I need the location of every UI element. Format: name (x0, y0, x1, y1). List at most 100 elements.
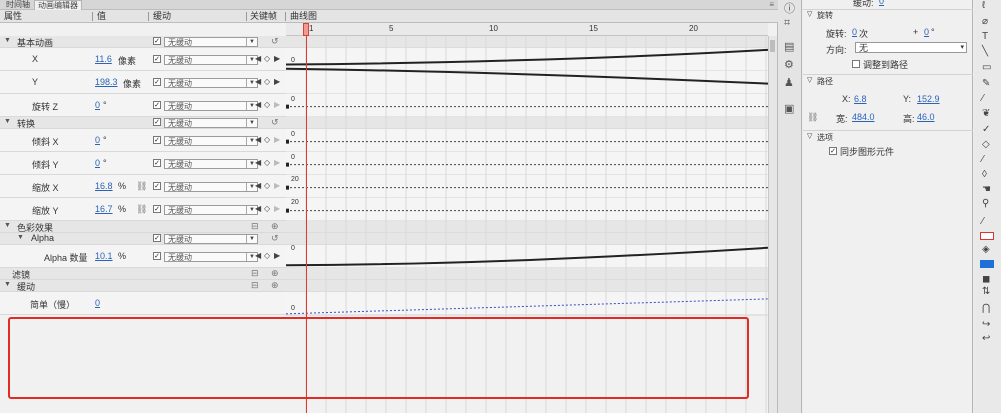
add-keyframe-icon[interactable]: ◇ (264, 135, 270, 144)
property-value[interactable]: 0 (95, 135, 100, 145)
group-row[interactable]: 滤镜 ⊟ ⊕ (0, 268, 286, 280)
line-tool-icon[interactable]: ╲ (982, 46, 988, 57)
property-value[interactable]: 11.6 (95, 54, 112, 64)
add-icon[interactable]: ⊕ (271, 280, 279, 291)
rotation-section-toggle[interactable]: ▽ (807, 10, 812, 18)
add-icon[interactable]: ⊕ (271, 221, 279, 232)
paint-bucket-icon[interactable]: ◇ (982, 139, 990, 150)
reset-icon[interactable]: ↺ (271, 117, 279, 128)
add-keyframe-icon[interactable]: ◇ (264, 100, 270, 109)
ease-checkbox[interactable]: ✓ (153, 252, 161, 260)
prev-keyframe-icon[interactable]: ◀ (255, 181, 261, 190)
prev-keyframe-icon[interactable]: ◀ (255, 54, 261, 63)
library-icon[interactable]: ⚙ (784, 58, 794, 71)
expand-triangle-icon[interactable]: ▼ (4, 118, 11, 125)
rotate-degrees-value[interactable]: 0 (924, 27, 929, 37)
ease-checkbox[interactable]: ✓ (153, 118, 161, 126)
expand-triangle-icon[interactable]: ▼ (4, 37, 11, 44)
expand-triangle-icon[interactable]: ▼ (17, 234, 24, 241)
next-keyframe-icon[interactable]: ▶ (274, 158, 280, 167)
swap-colors-icon[interactable]: ⇅ (982, 286, 990, 297)
rectangle-tool-icon[interactable]: ▭ (982, 62, 991, 73)
ease-dropdown[interactable]: 无缓动 ▼ (164, 159, 258, 169)
next-keyframe-icon[interactable]: ▶ (274, 181, 280, 190)
property-row[interactable]: Y 198.3 像素 ✓ 无缓动 ▼ ◀ ◇ ▶ (0, 71, 286, 94)
deco-tool-icon[interactable]: ❦ (982, 108, 990, 119)
prev-keyframe-icon[interactable]: ◀ (255, 100, 261, 109)
property-value[interactable]: 198.3 (95, 77, 118, 87)
next-keyframe-icon[interactable]: ▶ (274, 77, 280, 86)
link-icon[interactable]: ⛓ (807, 112, 818, 123)
property-row[interactable]: 简单（慢） 0 (0, 292, 286, 315)
options-section-toggle[interactable]: ▽ (807, 132, 812, 140)
color-icon[interactable]: ♟ (784, 76, 794, 89)
ease-checkbox[interactable]: ✓ (153, 182, 161, 190)
eyedropper-icon[interactable]: ⁄ (982, 154, 984, 165)
tab-timeline[interactable]: 时间轴 (3, 0, 33, 10)
sync-symbols-checkbox[interactable]: ✓ (829, 147, 837, 155)
add-icon[interactable]: ⊕ (271, 268, 279, 279)
next-keyframe-icon[interactable]: ▶ (274, 204, 280, 213)
remove-icon[interactable]: ⊟ (251, 221, 259, 232)
path-section-toggle[interactable]: ▽ (807, 76, 812, 84)
group-row[interactable]: ▼ 色彩效果 ⊟ ⊕ (0, 221, 286, 233)
property-row[interactable]: 旋转 Z 0 ° ✓ 无缓动 ▼ ◀ ◇ ▶ (0, 94, 286, 117)
ease-dropdown[interactable]: 无缓动 ▼ (164, 37, 258, 47)
property-row[interactable]: 缩放 X 16.8% ⛓ ✓ 无缓动 ▼ ◀ ◇ ▶ (0, 175, 286, 198)
eraser-icon[interactable]: ◊ (982, 169, 987, 180)
smooth-icon[interactable]: ↪ (982, 319, 990, 330)
pencil-tool-icon[interactable]: ✎ (982, 78, 990, 89)
text-tool-icon[interactable]: T (982, 31, 988, 42)
property-value[interactable]: 16.7 (95, 204, 113, 214)
snap-icon[interactable]: ⋂ (982, 303, 990, 314)
zoom-tool-icon[interactable]: ⚲ (982, 198, 989, 209)
group-row[interactable]: ▼ 基本动画 ✓ 无缓动 ▼ ↺ (0, 36, 286, 48)
add-keyframe-icon[interactable]: ◇ (264, 54, 270, 63)
tab-motion-editor[interactable]: 动画编辑器 (34, 0, 82, 10)
property-row[interactable]: 倾斜 X 0 ° ✓ 无缓动 ▼ ◀ ◇ ▶ (0, 129, 286, 152)
reset-icon[interactable]: ↺ (271, 233, 279, 244)
prev-keyframe-icon[interactable]: ◀ (255, 158, 261, 167)
add-keyframe-icon[interactable]: ◇ (264, 251, 270, 260)
ease-dropdown[interactable]: 无缓动 ▼ (164, 118, 258, 128)
playhead-handle[interactable] (303, 23, 309, 36)
group-row[interactable]: ▼ 缓动 ⊟ ⊕ (0, 280, 286, 292)
brush-tool-icon[interactable]: ⁄ (982, 93, 984, 104)
add-keyframe-icon[interactable]: ◇ (264, 204, 270, 213)
ease-dropdown[interactable]: 无缓动 ▼ (164, 55, 258, 65)
ease-dropdown[interactable]: 无缓动 ▼ (164, 234, 258, 244)
path-w-value[interactable]: 484.0 (852, 112, 875, 122)
prev-keyframe-icon[interactable]: ◀ (255, 251, 261, 260)
ease-checkbox[interactable]: ✓ (153, 55, 161, 63)
rotate-times-value[interactable]: 0 (852, 27, 857, 37)
ease-checkbox[interactable]: ✓ (153, 159, 161, 167)
property-row[interactable]: X 11.6 像素 ✓ 无缓动 ▼ ◀ ◇ ▶ (0, 48, 286, 71)
fill-swatch[interactable] (980, 260, 994, 268)
path-x-value[interactable]: 6.8 (854, 94, 867, 104)
prev-keyframe-icon[interactable]: ◀ (255, 135, 261, 144)
link-scale-icon[interactable]: ⛓ (136, 181, 147, 192)
add-keyframe-icon[interactable]: ◇ (264, 158, 270, 167)
stroke-color-icon[interactable]: ⁄ (982, 216, 984, 227)
align-icon[interactable]: ⌗ (784, 17, 790, 30)
property-row[interactable]: 倾斜 Y 0 ° ✓ 无缓动 ▼ ◀ ◇ ▶ (0, 152, 286, 175)
subselect-icon[interactable]: ⌀ (982, 16, 988, 27)
bone-tool-icon[interactable]: ✓ (982, 124, 990, 135)
next-keyframe-icon[interactable]: ▶ (274, 100, 280, 109)
property-row[interactable]: 缩放 Y 16.7% ⛓ ✓ 无缓动 ▼ ◀ ◇ ▶ (0, 198, 286, 221)
ease-dropdown[interactable]: 无缓动 ▼ (164, 182, 258, 192)
group-row[interactable]: ▼ Alpha ✓ 无缓动 ▼ ↺ (0, 233, 286, 245)
next-keyframe-icon[interactable]: ▶ (274, 54, 280, 63)
link-scale-icon[interactable]: ⛓ (136, 204, 147, 215)
fill-color-icon[interactable]: ◈ (982, 244, 990, 255)
remove-icon[interactable]: ⊟ (251, 268, 259, 279)
reset-icon[interactable]: ↺ (271, 36, 279, 47)
path-h-value[interactable]: 46.0 (917, 112, 935, 122)
ease-dropdown[interactable]: 无缓动 ▼ (164, 78, 258, 88)
ease-checkbox[interactable]: ✓ (153, 205, 161, 213)
stroke-swatch[interactable] (980, 232, 994, 240)
ease-checkbox[interactable]: ✓ (153, 78, 161, 86)
lasso-icon[interactable]: ℓ (982, 0, 985, 11)
straighten-icon[interactable]: ↩ (982, 333, 990, 344)
panel-menu-icon[interactable]: ≡ (769, 0, 774, 10)
